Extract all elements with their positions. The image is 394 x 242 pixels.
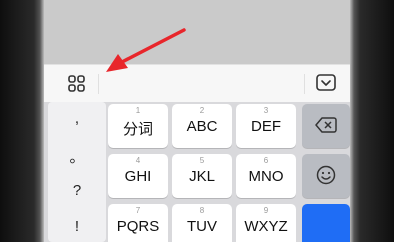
phone-screen: , 。 ? ! 1 分词 2 ABC 3 DEF 4 GHI 5 JKL 6 M… <box>44 0 350 242</box>
key-label: JKL <box>189 168 215 185</box>
key-8[interactable]: 8 TUV <box>172 204 232 242</box>
key-number: 2 <box>199 106 205 115</box>
enter-key[interactable] <box>302 204 350 242</box>
punct-question[interactable]: ? <box>48 182 106 199</box>
keyboard-toolbar <box>44 64 350 103</box>
key-number: 6 <box>263 156 269 165</box>
app-content-area <box>44 0 350 64</box>
backspace-icon <box>315 117 337 133</box>
phone-bezel-left <box>0 0 44 242</box>
annotation-arrow-icon <box>106 28 186 72</box>
key-number: 7 <box>135 206 141 215</box>
key-3[interactable]: 3 DEF <box>236 104 296 148</box>
punct-exclamation[interactable]: ! <box>48 218 106 235</box>
emoji-icon <box>316 165 336 185</box>
key-label: 分词 <box>122 121 153 138</box>
backspace-key[interactable] <box>302 104 350 148</box>
key-label: ABC <box>186 118 218 135</box>
key-label: MNO <box>248 168 284 185</box>
phone-bezel-right <box>350 0 394 242</box>
key-number: 8 <box>199 206 205 215</box>
key-label: TUV <box>187 218 217 235</box>
key-1[interactable]: 1 分词 <box>108 104 168 148</box>
emoji-key[interactable] <box>302 154 350 198</box>
key-2[interactable]: 2 ABC <box>172 104 232 148</box>
toolbar-divider-left <box>98 74 99 94</box>
key-5[interactable]: 5 JKL <box>172 154 232 198</box>
key-7[interactable]: 7 PQRS <box>108 204 168 242</box>
key-label: DEF <box>251 118 281 135</box>
key-label: GHI <box>124 168 152 185</box>
key-number: 3 <box>263 106 269 115</box>
key-4[interactable]: 4 GHI <box>108 154 168 198</box>
key-number: 5 <box>199 156 205 165</box>
key-label: PQRS <box>116 218 160 235</box>
key-label: WXYZ <box>244 218 288 235</box>
punct-period[interactable]: 。 <box>48 146 106 167</box>
punctuation-column[interactable]: , 。 ? ! <box>48 102 106 242</box>
toolbar-divider-right <box>304 74 305 94</box>
key-6[interactable]: 6 MNO <box>236 154 296 198</box>
key-number: 4 <box>135 156 141 165</box>
keyboard-collapse-icon[interactable] <box>316 74 336 92</box>
key-9[interactable]: 9 WXYZ <box>236 204 296 242</box>
t9-keyboard: , 。 ? ! 1 分词 2 ABC 3 DEF 4 GHI 5 JKL 6 M… <box>44 102 350 242</box>
key-number: 9 <box>263 206 269 215</box>
punct-comma[interactable]: , <box>48 110 106 127</box>
grid-menu-icon[interactable] <box>66 74 88 94</box>
key-number: 1 <box>135 106 141 115</box>
phone-frame: , 。 ? ! 1 分词 2 ABC 3 DEF 4 GHI 5 JKL 6 M… <box>0 0 394 242</box>
